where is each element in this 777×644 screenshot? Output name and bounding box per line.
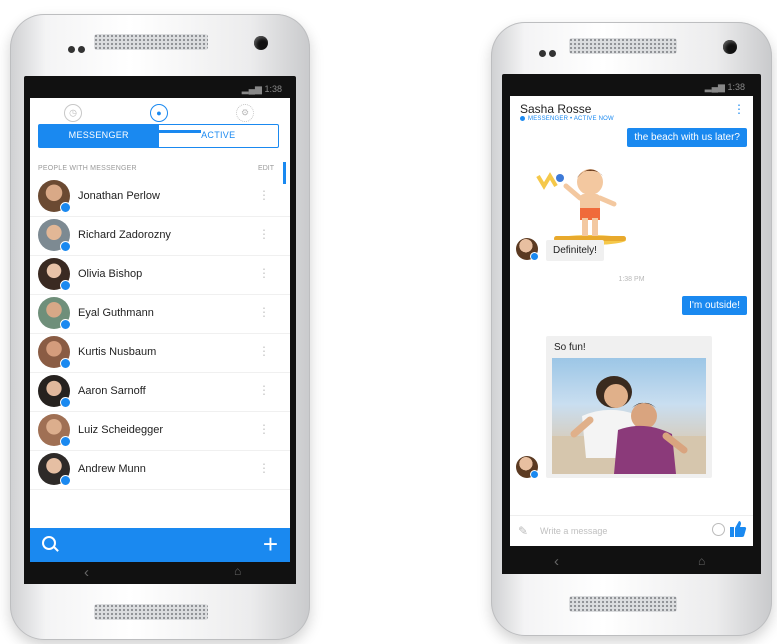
more-options-icon[interactable]: ⋮ — [258, 267, 270, 279]
contact-row[interactable]: Aaron Sarnoff ⋮ — [30, 373, 290, 412]
sensor-dots — [68, 40, 88, 53]
search-icon[interactable] — [42, 536, 56, 550]
surfer-sticker[interactable] — [536, 156, 626, 248]
message-outgoing[interactable]: I'm outside! — [682, 296, 747, 315]
messenger-badge-icon — [60, 280, 71, 291]
messenger-badge-icon — [60, 319, 71, 330]
clock-icon: ◷ — [69, 107, 77, 118]
message-incoming[interactable]: Definitely! — [546, 240, 604, 261]
contact-row[interactable]: Richard Zadorozny ⋮ — [30, 217, 290, 256]
status-time: 1:38 — [727, 82, 745, 92]
messenger-badge-icon — [60, 475, 71, 486]
bottom-speaker — [94, 604, 208, 620]
messenger-badge-icon — [60, 436, 71, 447]
more-options-icon[interactable]: ⋮ — [258, 306, 270, 318]
gear-icon: ⚙ — [240, 107, 250, 118]
more-options-icon[interactable]: ⋮ — [258, 228, 270, 240]
messenger-badge-icon — [530, 470, 539, 479]
status-time: 1:38 — [264, 84, 282, 94]
contact-name: Luiz Scheidegger — [78, 424, 164, 436]
contact-row[interactable]: Jonathan Perlow ⋮ — [30, 178, 290, 217]
contact-name: Jonathan Perlow — [78, 190, 160, 202]
chat-contact-status: MESSENGER • ACTIVE NOW — [520, 116, 614, 122]
sensor-dots — [539, 44, 559, 57]
section-header: PEOPLE WITH MESSENGER — [38, 165, 137, 172]
contact-row[interactable]: Eyal Guthmann ⋮ — [30, 295, 290, 334]
more-options-icon[interactable]: ⋮ — [258, 345, 270, 357]
back-icon[interactable]: ‹ — [84, 564, 89, 581]
segment-messenger[interactable]: MESSENGER — [39, 125, 159, 147]
bottom-speaker — [569, 596, 677, 612]
contact-row[interactable]: Olivia Bishop ⋮ — [30, 256, 290, 295]
chat-screen: ▂▄▆ 1:38 Sasha Rosse MESSENGER • ACTIVE … — [510, 78, 753, 546]
right-phone: ▂▄▆ 1:38 Sasha Rosse MESSENGER • ACTIVE … — [491, 22, 772, 636]
messenger-badge-icon — [60, 397, 71, 408]
add-icon[interactable]: + — [263, 530, 278, 558]
message-composer: ✎ Write a message — [510, 515, 753, 546]
thumbs-up-icon[interactable] — [729, 520, 747, 538]
back-icon[interactable]: ‹ — [554, 553, 559, 570]
message-input[interactable]: Write a message — [540, 526, 607, 536]
screen-bezel: ▂▄▆ 1:38 ◷ ● ⚙ MESSENGER ACTIVE PEOPLE W… — [24, 76, 296, 584]
messenger-badge-icon — [60, 241, 71, 252]
photo-message[interactable]: So fun! — [546, 336, 712, 478]
contact-name: Olivia Bishop — [78, 268, 143, 280]
top-speaker — [94, 34, 208, 50]
chat-contact-name: Sasha Rosse — [520, 102, 592, 116]
more-options-icon[interactable]: ⋮ — [258, 384, 270, 396]
more-options-icon[interactable]: ⋮ — [258, 423, 270, 435]
tab-recent[interactable]: ◷ — [64, 104, 82, 122]
left-phone: ▂▄▆ 1:38 ◷ ● ⚙ MESSENGER ACTIVE PEOPLE W… — [10, 14, 310, 640]
contact-row[interactable]: Luiz Scheidegger ⋮ — [30, 412, 290, 451]
more-options-icon[interactable]: ⋮ — [258, 189, 270, 201]
messenger-badge-icon — [60, 358, 71, 369]
chat-header: Sasha Rosse MESSENGER • ACTIVE NOW ⋮ — [510, 96, 753, 130]
home-icon[interactable]: ⌂ — [698, 554, 705, 568]
message-outgoing[interactable]: the beach with us later? — [627, 128, 747, 147]
contact-name: Richard Zadorozny — [78, 229, 171, 241]
more-options-icon[interactable]: ⋮ — [258, 462, 270, 474]
contact-row[interactable]: Andrew Munn ⋮ — [30, 451, 290, 490]
contact-name: Andrew Munn — [78, 463, 146, 475]
home-icon[interactable]: ⌂ — [234, 564, 241, 578]
signal-icon: ▂▄▆ — [241, 84, 262, 94]
front-camera — [723, 40, 737, 54]
messenger-badge-icon — [60, 202, 71, 213]
screen-bezel: ▂▄▆ 1:38 Sasha Rosse MESSENGER • ACTIVE … — [502, 74, 761, 574]
beach-photo[interactable] — [552, 358, 706, 474]
android-nav-bar: ‹ ⌂ — [502, 550, 761, 574]
contact-name: Kurtis Nusbaum — [78, 346, 157, 358]
contact-name: Eyal Guthmann — [78, 307, 154, 319]
emoji-icon[interactable] — [712, 523, 725, 536]
tab-settings[interactable]: ⚙ — [236, 104, 254, 122]
segment-active[interactable]: ACTIVE — [159, 125, 279, 147]
android-nav-bar: ‹ ⌂ — [24, 562, 296, 584]
more-options-icon[interactable]: ⋮ — [733, 103, 745, 115]
message-timestamp: 1:38 PM — [618, 276, 645, 283]
signal-icon: ▂▄▆ — [704, 82, 725, 92]
messenger-badge-icon — [530, 252, 539, 261]
person-icon: ● — [156, 108, 162, 118]
contact-name: Aaron Sarnoff — [78, 385, 146, 397]
contact-row[interactable]: Kurtis Nusbaum ⋮ — [30, 334, 290, 373]
front-camera — [254, 36, 268, 50]
photo-caption: So fun! — [554, 342, 586, 353]
segment-control: MESSENGER ACTIVE — [38, 124, 279, 148]
contact-avatar[interactable] — [516, 456, 539, 479]
status-bar: ▂▄▆ 1:38 — [30, 80, 290, 98]
top-speaker — [569, 38, 677, 54]
status-bar: ▂▄▆ 1:38 — [510, 78, 753, 96]
edit-button[interactable]: EDIT — [258, 165, 274, 172]
photo-image — [552, 376, 706, 474]
contacts-screen: ▂▄▆ 1:38 ◷ ● ⚙ MESSENGER ACTIVE PEOPLE W… — [30, 80, 290, 562]
tab-people[interactable]: ● — [150, 104, 168, 122]
attachment-icon[interactable]: ✎ — [518, 524, 528, 538]
bottom-action-bar: + — [30, 528, 290, 562]
contact-avatar[interactable] — [516, 238, 539, 261]
